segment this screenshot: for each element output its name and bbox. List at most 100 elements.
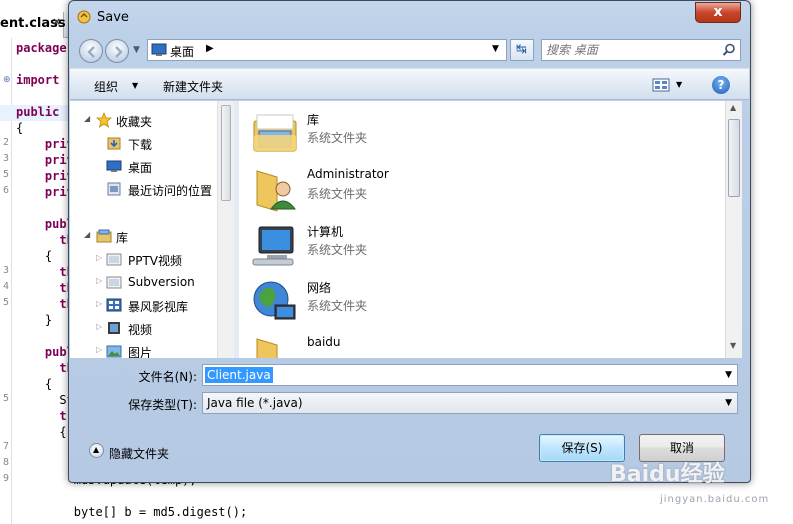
scroll-up-icon[interactable]: ▲ xyxy=(730,103,736,112)
nav-item-favorites[interactable]: ◢ 收藏夹 xyxy=(84,111,214,131)
nav-item-downloads[interactable]: 下载 xyxy=(106,134,216,154)
fold-icon[interactable]: ⊕ xyxy=(3,75,11,85)
code-text: } xyxy=(16,313,53,327)
subversion-folder-icon xyxy=(106,276,122,289)
nav-item-label: 收藏夹 xyxy=(116,115,153,129)
collapse-arrow-icon[interactable]: ▷ xyxy=(96,345,102,354)
line-number: 3 xyxy=(2,153,9,164)
nav-item-baofeng[interactable]: ▷ 暴风影视库 xyxy=(96,296,216,316)
address-location[interactable]: 桌面 xyxy=(170,43,194,60)
code-text: { xyxy=(16,377,53,391)
filename-input[interactable]: Client.java ▼ xyxy=(202,364,738,386)
address-dropdown-icon[interactable]: ▼ xyxy=(492,44,499,54)
expand-arrow-icon[interactable]: ◢ xyxy=(84,114,90,123)
nav-item-pptv[interactable]: ▷ PPTV视频 xyxy=(96,250,216,270)
list-item-computer[interactable]: 计算机 系统文件夹 xyxy=(251,217,711,271)
downloads-folder-icon xyxy=(107,137,121,150)
nav-item-label: 库 xyxy=(116,231,129,245)
chevron-down-icon[interactable]: ▼ xyxy=(132,81,138,90)
line-number: 7 xyxy=(2,441,9,452)
file-name: baidu xyxy=(307,335,341,349)
editor-line[interactable]: byte[] b = md5.digest(); xyxy=(0,505,793,521)
scroll-down-icon[interactable]: ▼ xyxy=(730,341,736,350)
nav-item-label: PPTV视频 xyxy=(128,254,183,268)
code-text: { xyxy=(16,121,24,135)
editor-tab[interactable]: ent.class × xyxy=(0,12,66,38)
file-type: 系统文件夹 xyxy=(307,299,368,313)
view-options-icon[interactable] xyxy=(650,77,672,93)
nav-item-recent-places[interactable]: 最近访问的位置 xyxy=(106,180,218,200)
nav-item-desktop[interactable]: 桌面 xyxy=(106,157,216,177)
expand-arrow-icon[interactable]: ◢ xyxy=(84,230,90,239)
collapse-arrow-icon[interactable]: ▷ xyxy=(96,276,102,285)
line-number: 9 xyxy=(2,473,9,484)
close-icon: x xyxy=(713,4,723,20)
scrollbar-thumb[interactable] xyxy=(728,119,740,197)
nav-item-label: 桌面 xyxy=(128,161,153,175)
search-input[interactable] xyxy=(546,42,716,58)
back-button[interactable] xyxy=(79,39,103,63)
chevron-down-icon[interactable]: ▼ xyxy=(725,398,732,408)
file-list-scrollbar[interactable]: ▲ ▼ xyxy=(725,101,742,358)
view-dropdown-icon[interactable]: ▼ xyxy=(676,80,682,89)
nav-scrollbar-thumb[interactable] xyxy=(221,105,231,201)
user-folder-icon xyxy=(256,170,297,212)
nav-item-pictures[interactable]: ▷ 图片 xyxy=(96,342,216,358)
new-folder-button[interactable]: 新建文件夹 xyxy=(163,78,223,95)
nav-item-label: 图片 xyxy=(128,346,153,358)
collapse-arrow-icon[interactable]: ▷ xyxy=(96,299,102,308)
code-text: { xyxy=(16,425,67,439)
chevron-down-icon[interactable]: ▼ xyxy=(725,370,732,380)
list-item-network[interactable]: 网络 系统文件夹 xyxy=(251,273,711,327)
chevron-up-icon[interactable]: ▲ xyxy=(89,443,104,458)
close-button[interactable]: x xyxy=(695,2,741,23)
media-library-icon xyxy=(106,298,122,312)
organize-button[interactable]: 组织 xyxy=(94,78,118,95)
dialog-toolbar: 组织 ▼ 新建文件夹 ▼ ? xyxy=(70,68,749,100)
nav-item-label: 最近访问的位置 xyxy=(128,184,213,198)
collapse-arrow-icon[interactable]: ▷ xyxy=(96,253,102,262)
nav-pane-scrollbar[interactable] xyxy=(217,101,234,358)
filename-value[interactable]: Client.java xyxy=(205,367,273,383)
collapse-arrow-icon[interactable]: ▷ xyxy=(96,322,102,331)
code-text: package xyxy=(16,41,67,55)
breadcrumb-arrow-icon[interactable]: ▶ xyxy=(206,43,214,54)
computer-icon xyxy=(252,226,294,266)
forward-button[interactable] xyxy=(105,39,129,63)
watermark-url: jingyan.baidu.com xyxy=(660,494,770,505)
refresh-button[interactable]: ↹ xyxy=(510,39,534,61)
file-name: Administrator xyxy=(307,167,389,181)
file-name: 网络 xyxy=(307,281,332,295)
libraries-folder-icon xyxy=(253,114,297,152)
list-item-libraries[interactable]: 库 系统文件夹 xyxy=(251,105,711,159)
refresh-icon: ↹ xyxy=(516,42,527,57)
nav-item-subversion[interactable]: ▷ Subversion xyxy=(96,273,216,293)
nav-item-libraries[interactable]: ◢ 库 xyxy=(84,227,214,247)
list-item-administrator[interactable]: Administrator 系统文件夹 xyxy=(251,161,711,215)
file-name: 库 xyxy=(307,113,320,127)
close-icon[interactable]: × xyxy=(52,15,61,28)
dialog-titlebar[interactable]: Save x xyxy=(69,1,750,35)
list-item-baidu[interactable]: baidu xyxy=(251,329,711,358)
libraries-icon xyxy=(96,229,112,243)
filetype-label: 保存类型(T): xyxy=(128,398,197,412)
app-icon xyxy=(77,10,91,24)
code-text: import xyxy=(16,73,67,87)
address-bar[interactable]: 桌面 ▶ ▼ xyxy=(147,39,507,61)
arrow-right-icon xyxy=(115,46,123,58)
recent-places-icon xyxy=(107,182,121,196)
nav-item-label: 下载 xyxy=(128,138,153,152)
nav-item-video[interactable]: ▷ 视频 xyxy=(96,319,216,339)
hide-folders-label: 隐藏文件夹 xyxy=(109,447,170,461)
help-button[interactable]: ? xyxy=(712,76,730,94)
editor-right-area xyxy=(751,12,793,524)
recent-pages-dropdown-icon[interactable]: ▼ xyxy=(133,45,140,55)
file-list: 库 系统文件夹 Administrator 系统文件夹 计算机 系统文件夹 网络… xyxy=(239,101,742,358)
line-number: 6 xyxy=(2,185,9,196)
search-icon[interactable] xyxy=(722,43,736,57)
filetype-select[interactable]: Java file (*.java) ▼ xyxy=(202,392,738,414)
nav-item-label: 视频 xyxy=(128,323,153,337)
folder-icon xyxy=(256,338,278,358)
pictures-icon xyxy=(106,345,122,358)
search-box[interactable] xyxy=(541,39,741,61)
